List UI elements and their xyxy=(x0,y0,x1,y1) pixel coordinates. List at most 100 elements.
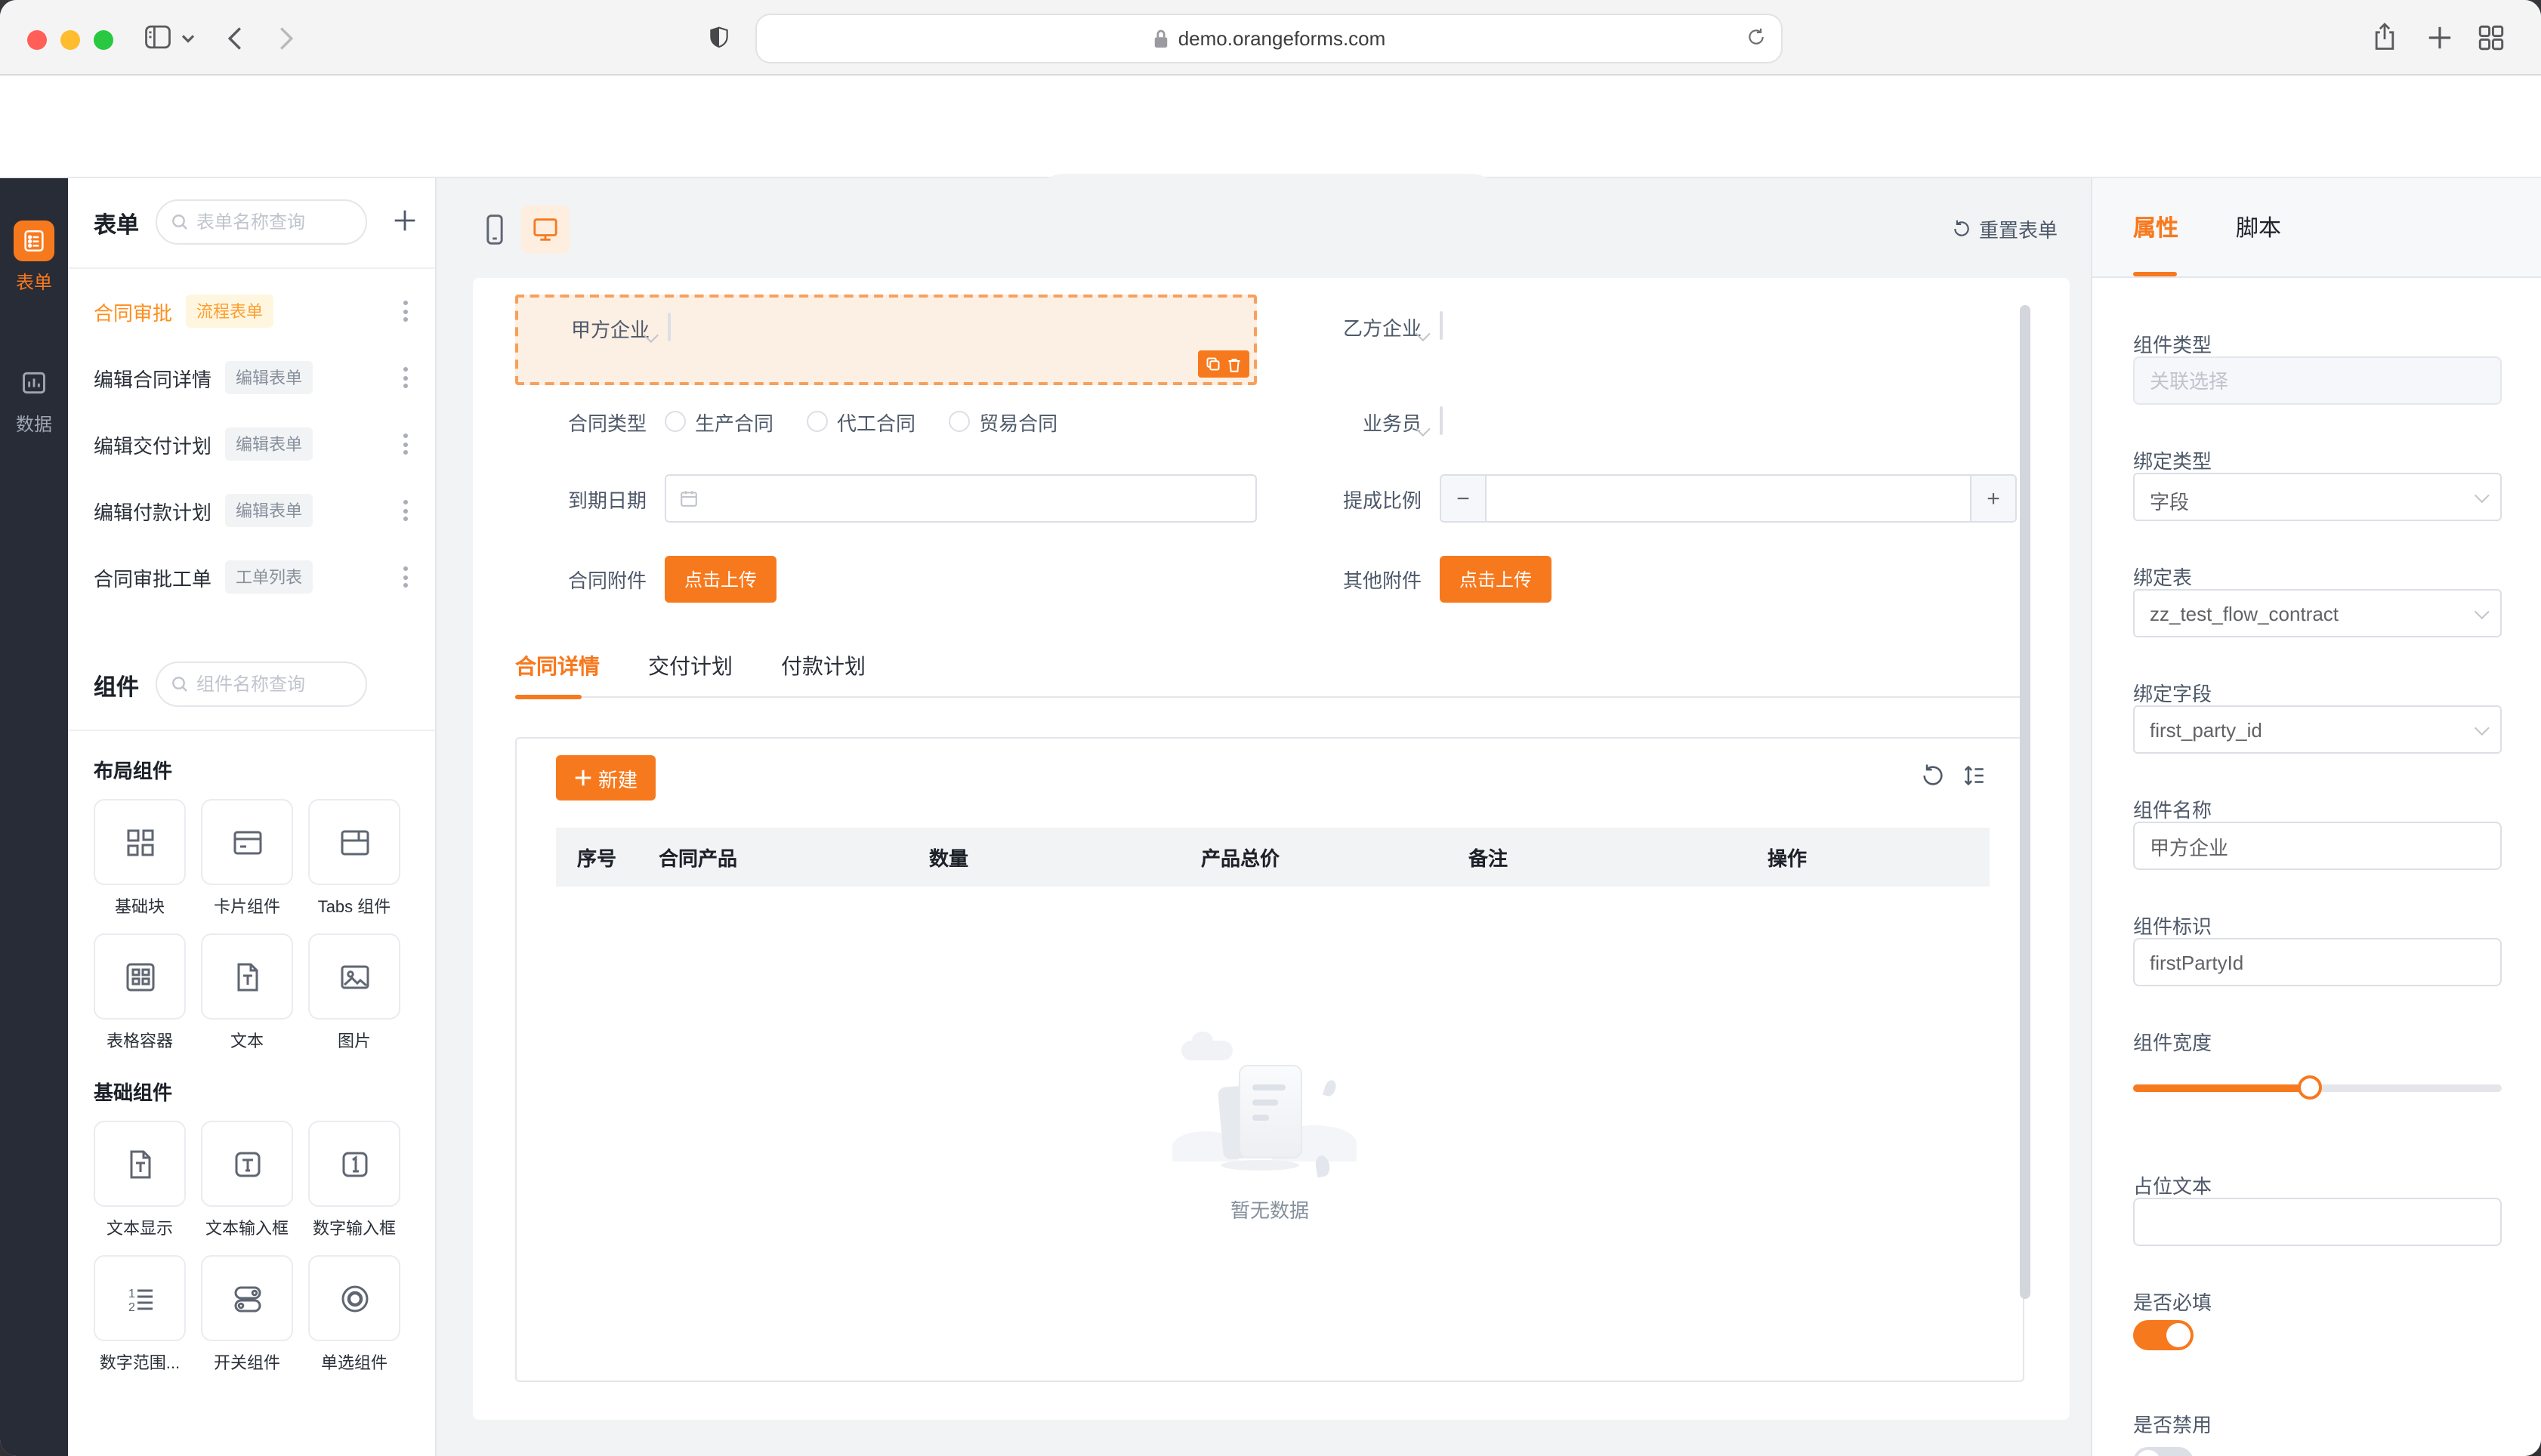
form-list-item[interactable]: 编辑合同详情 编辑表单 xyxy=(68,344,435,411)
component-card-table-container[interactable]: 表格容器 xyxy=(94,933,186,1053)
bind-field-select[interactable]: first_party_id xyxy=(2133,705,2502,754)
second-party-select[interactable] xyxy=(1415,311,1443,342)
prop-label-bind-type: 绑定类型 xyxy=(2133,450,2212,473)
component-name-input[interactable] xyxy=(2133,822,2502,870)
component-card-text[interactable]: 文本 xyxy=(201,933,293,1053)
rail-item-data[interactable]: 数据 xyxy=(0,362,68,436)
commission-input[interactable] xyxy=(1487,476,1970,521)
tab-payment-plan[interactable]: 付款计划 xyxy=(781,651,866,681)
rail-item-forms[interactable]: 表单 xyxy=(0,221,68,295)
salesman-select[interactable] xyxy=(1415,406,1443,437)
basic-components-grid: 文本显示 文本输入框 数字输入框 12 数字范围... 开关组件 单选组件 xyxy=(68,1106,435,1374)
field-first-party-selected[interactable]: 甲方企业 xyxy=(515,295,1257,385)
bind-table-select[interactable]: zz_test_flow_contract xyxy=(2133,589,2502,637)
form-type-badge: 编辑表单 xyxy=(225,361,313,394)
field-salesman[interactable]: 业务员 xyxy=(1314,397,2017,446)
minimize-window-button[interactable] xyxy=(60,30,80,50)
forward-icon[interactable] xyxy=(278,26,295,51)
width-slider[interactable] xyxy=(2133,1075,2502,1100)
form-name: 编辑合同详情 xyxy=(94,368,212,390)
refresh-icon[interactable] xyxy=(1920,763,1946,788)
share-icon[interactable] xyxy=(2372,21,2397,53)
search-icon xyxy=(172,214,187,230)
group-label-layout: 布局组件 xyxy=(94,760,173,782)
form-type-badge: 流程表单 xyxy=(186,295,274,328)
more-actions-icon[interactable] xyxy=(394,498,415,523)
zoom-window-button[interactable] xyxy=(94,30,113,50)
field-second-party[interactable]: 乙方企业 xyxy=(1314,302,2017,350)
tab-overview-icon[interactable] xyxy=(2478,24,2505,51)
increase-button[interactable]: + xyxy=(1970,476,2015,521)
component-card-number-input[interactable]: 数字输入框 xyxy=(308,1121,400,1240)
disabled-toggle[interactable] xyxy=(2133,1447,2194,1456)
component-card-basic-block[interactable]: 基础块 xyxy=(94,799,186,918)
more-actions-icon[interactable] xyxy=(394,432,415,456)
field-due-date[interactable]: 到期日期 xyxy=(515,474,1257,523)
form-list-item[interactable]: 合同审批工单 工单列表 xyxy=(68,544,435,610)
form-search-input[interactable] xyxy=(196,211,347,233)
component-key-input[interactable] xyxy=(2133,938,2502,986)
field-contract-type[interactable]: 合同类型 生产合同 代工合同 贸易合同 xyxy=(515,397,1257,446)
canvas-scrollbar[interactable] xyxy=(2020,305,2030,1299)
form-name: 编辑付款计划 xyxy=(94,501,212,523)
component-card-switch[interactable]: 开关组件 xyxy=(201,1255,293,1374)
form-search-box[interactable] xyxy=(156,199,367,245)
placeholder-input[interactable] xyxy=(2133,1198,2502,1246)
radio-trade-contract[interactable]: 贸易合同 xyxy=(949,407,1057,436)
radio-oem-contract[interactable]: 代工合同 xyxy=(807,407,915,436)
tab-contract-detail[interactable]: 合同详情 xyxy=(515,651,600,681)
new-row-button[interactable]: 新建 xyxy=(556,755,656,800)
component-card-image[interactable]: 图片 xyxy=(308,933,400,1053)
address-bar[interactable]: demo.orangeforms.com xyxy=(755,14,1783,63)
decrease-button[interactable]: − xyxy=(1441,476,1487,521)
new-tab-icon[interactable] xyxy=(2428,26,2452,50)
back-icon[interactable] xyxy=(227,26,243,51)
add-form-icon[interactable] xyxy=(393,208,417,233)
more-actions-icon[interactable] xyxy=(394,366,415,390)
form-list-item[interactable]: 编辑交付计划 编辑表单 xyxy=(68,411,435,477)
radio-circle-icon xyxy=(949,411,971,432)
component-card-card[interactable]: 卡片组件 xyxy=(201,799,293,918)
component-card-text-display[interactable]: 文本显示 xyxy=(94,1121,186,1240)
tab-properties[interactable]: 属性 xyxy=(2133,211,2178,243)
forms-panel-title: 表单 xyxy=(94,213,140,239)
width-slider-handle[interactable] xyxy=(2298,1075,2323,1100)
bind-type-select[interactable]: 字段 xyxy=(2133,473,2502,521)
upload-button[interactable]: 点击上传 xyxy=(665,555,777,602)
tab-delivery-plan[interactable]: 交付计划 xyxy=(648,651,733,681)
sort-order-icon[interactable] xyxy=(1961,763,1987,788)
privacy-shield-icon[interactable] xyxy=(707,20,731,56)
required-toggle[interactable] xyxy=(2133,1320,2194,1350)
field-commission[interactable]: 提成比例 − + xyxy=(1314,474,2017,523)
component-type-input[interactable] xyxy=(2133,356,2502,405)
component-search-box[interactable] xyxy=(156,662,367,707)
component-card-number-range[interactable]: 12 数字范围... xyxy=(94,1255,186,1374)
close-window-button[interactable] xyxy=(27,30,47,50)
field-other-attachment[interactable]: 其他附件 点击上传 xyxy=(1314,554,2017,603)
text-input-icon xyxy=(234,1151,260,1177)
chevron-down-icon[interactable] xyxy=(181,33,195,44)
component-search-input[interactable] xyxy=(196,674,347,695)
due-date-input[interactable] xyxy=(665,474,1257,523)
sidebar-toggle-icon[interactable] xyxy=(144,24,172,50)
more-actions-icon[interactable] xyxy=(394,565,415,589)
copy-icon[interactable] xyxy=(1206,356,1221,372)
field-contract-attachment[interactable]: 合同附件 点击上传 xyxy=(515,554,1257,603)
reset-form-button[interactable]: 重置表单 xyxy=(1952,214,2058,243)
trash-icon[interactable] xyxy=(1227,356,1242,372)
reload-icon[interactable] xyxy=(1746,26,1766,48)
tab-script[interactable]: 脚本 xyxy=(2236,211,2281,243)
upload-button[interactable]: 点击上传 xyxy=(1440,555,1552,602)
more-actions-icon[interactable] xyxy=(394,299,415,323)
component-card-radio[interactable]: 单选组件 xyxy=(308,1255,400,1374)
desktop-preview-icon[interactable] xyxy=(521,205,570,254)
form-list-item[interactable]: 合同审批 流程表单 xyxy=(68,278,435,344)
component-card-text-input[interactable]: 文本输入框 xyxy=(201,1121,293,1240)
component-card-tabs[interactable]: Tabs 组件 xyxy=(308,799,400,918)
radio-production-contract[interactable]: 生产合同 xyxy=(665,407,773,436)
form-list-item[interactable]: 编辑付款计划 编辑表单 xyxy=(68,477,435,544)
tabs-divider xyxy=(515,696,2021,698)
empty-state: 暂无数据 xyxy=(517,1032,2023,1223)
mobile-preview-icon[interactable] xyxy=(470,205,518,254)
first-party-select[interactable] xyxy=(643,313,671,344)
